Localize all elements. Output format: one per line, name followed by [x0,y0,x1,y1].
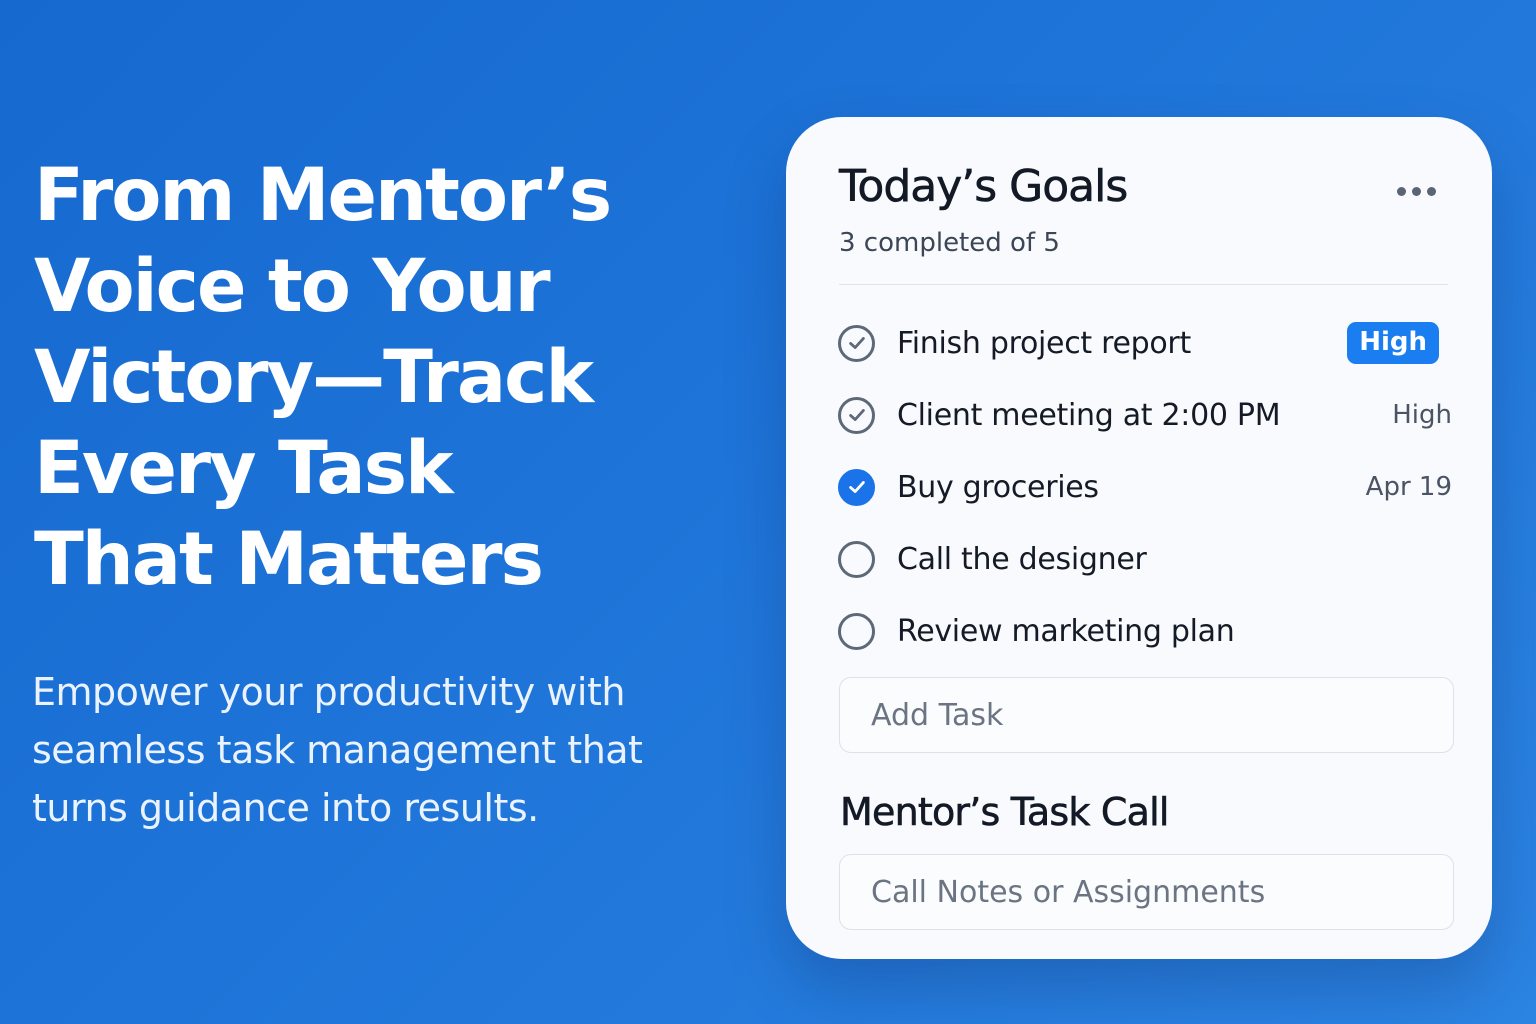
task-row[interactable]: Call the designer [838,523,1452,595]
progress-text: 3 completed of 5 [839,228,1060,258]
call-notes-input[interactable]: Call Notes or Assignments [839,854,1454,930]
card-title: Today’s Goals [839,161,1129,213]
section-title: Mentor’s Task Call [840,790,1170,835]
check-circle-icon[interactable] [838,324,875,362]
task-label: Finish project report [897,325,1191,361]
task-label: Buy groceries [897,469,1099,505]
check-filled-icon[interactable] [838,468,875,506]
task-list: Finish project report High Client meetin… [838,307,1452,667]
priority-badge: High [1347,322,1439,364]
task-row[interactable]: Review marketing plan [838,595,1452,667]
card-header: Today’s Goals 3 completed of 5 [839,161,1452,258]
task-row[interactable]: Finish project report High [838,307,1452,379]
task-row[interactable]: Client meeting at 2:00 PM High [838,379,1452,451]
hero-section: From Mentor’s Voice to Your Victory—Trac… [32,150,674,837]
hero-subtitle: Empower your productivity with seamless … [32,670,643,830]
goals-card: Today’s Goals 3 completed of 5 Finish pr… [786,117,1492,959]
empty-circle-icon[interactable] [838,612,875,650]
task-label: Client meeting at 2:00 PM [897,397,1281,433]
task-label: Call the designer [897,541,1147,577]
empty-circle-icon[interactable] [838,540,875,578]
divider [839,284,1448,285]
priority-label: High [1392,400,1452,430]
more-horizontal-icon[interactable] [1393,181,1440,202]
task-label: Review marketing plan [897,613,1235,649]
hero-title: From Mentor’s Voice to Your Victory—Trac… [34,153,612,602]
check-circle-icon[interactable] [838,396,875,434]
task-row[interactable]: Buy groceries Apr 19 [838,451,1452,523]
add-task-input[interactable]: Add Task [839,677,1454,753]
due-date: Apr 19 [1365,472,1452,502]
